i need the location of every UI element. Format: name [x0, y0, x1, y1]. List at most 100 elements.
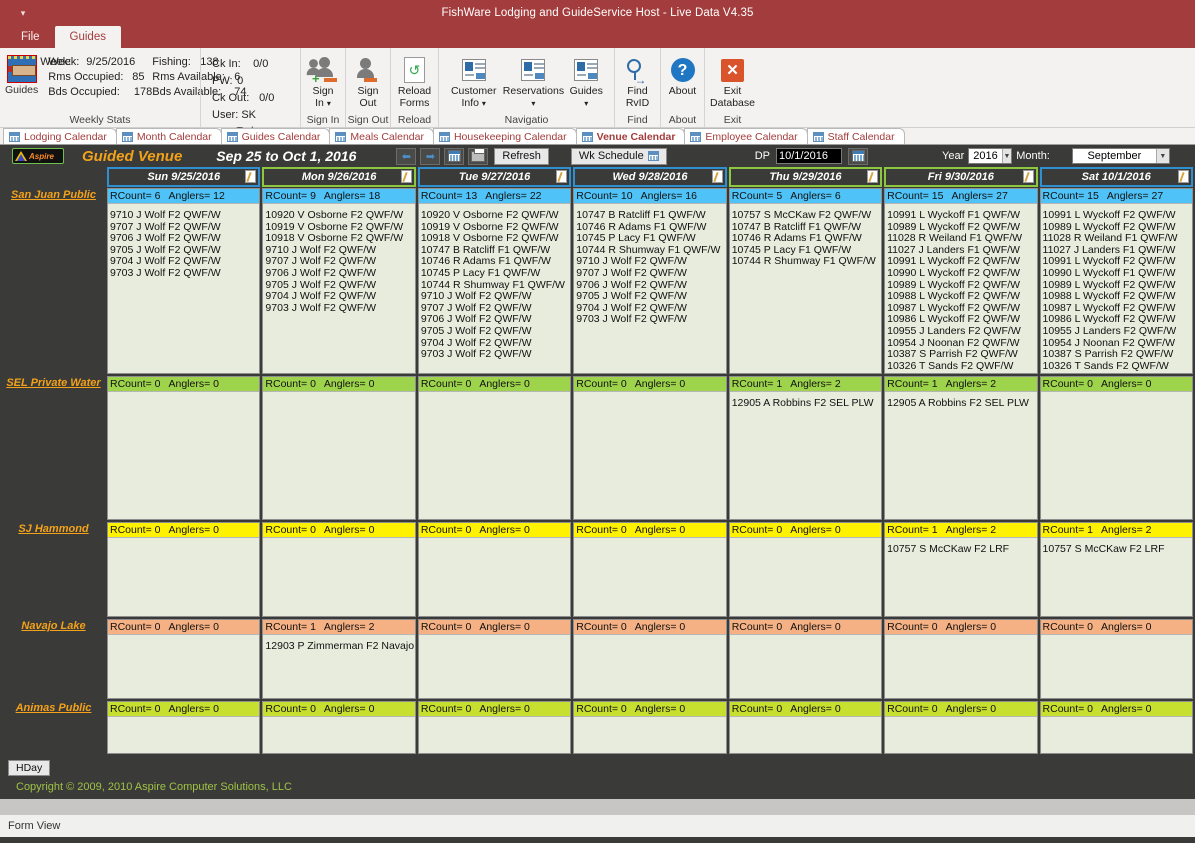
next-week-button[interactable]: ➡	[420, 147, 441, 165]
year-select[interactable]: 2016 ▼	[968, 148, 1013, 164]
wk-schedule-button[interactable]: Wk Schedule	[570, 147, 667, 165]
dp-date-input[interactable]: 10/1/2016	[776, 148, 842, 164]
reservation-entry[interactable]: 9706 J Wolf F2 QWF/W	[265, 267, 414, 280]
venue-day-cell-entries[interactable]: 10757 S McCKaw F2 QWF/W 10747 B Ratcliff …	[730, 204, 881, 373]
reservation-entry[interactable]: 10920 V Osborne F2 QWF/W	[421, 209, 570, 222]
reservation-entry[interactable]: 10988 L Wyckoff F2 QWF/W	[1043, 291, 1192, 303]
reservation-entry[interactable]: 10988 L Wyckoff F2 QWF/W	[887, 291, 1036, 303]
day-header-wed[interactable]: Wed 9/28/2016	[573, 167, 727, 187]
venue-day-cell[interactable]: RCount= 0 Anglers= 0	[728, 701, 883, 754]
venue-day-cell[interactable]: RCount= 6 Anglers= 12 9710 J Wolf F2 QWF/W…	[107, 188, 261, 374]
venue-day-cell-entries[interactable]	[885, 635, 1036, 698]
venue-day-cell[interactable]: RCount= 0 Anglers= 0	[1039, 701, 1193, 754]
venue-day-cell-entries[interactable]	[263, 717, 414, 753]
ribbon-tab-file[interactable]: File	[6, 26, 55, 48]
reservation-entry[interactable]: 9703 J Wolf F2 QWF/W	[110, 267, 259, 280]
venue-day-cell-entries[interactable]	[885, 717, 1036, 753]
venue-day-cell[interactable]: RCount= 0 Anglers= 0	[417, 701, 572, 754]
venue-name-cell[interactable]: SJ Hammond	[2, 522, 105, 617]
venue-day-cell-entries[interactable]	[574, 392, 725, 519]
reservation-entry[interactable]: 10387 S Parrish F2 QWF/W	[887, 349, 1036, 361]
hday-button[interactable]: HDay	[8, 760, 51, 776]
venue-day-cell[interactable]: RCount= 0 Anglers= 0	[884, 701, 1038, 754]
edit-pencil-icon[interactable]	[711, 170, 723, 183]
venue-day-cell[interactable]: RCount= 1 Anglers= 2 12905 A Robbins F2 SE…	[728, 376, 883, 520]
venue-day-cell-entries[interactable]	[1041, 635, 1192, 698]
venue-day-cell[interactable]: RCount= 0 Anglers= 0	[417, 522, 572, 617]
reservation-entry[interactable]: 12905 A Robbins F2 SEL PLW	[887, 397, 1036, 410]
venue-day-cell-entries[interactable]	[730, 717, 881, 753]
day-header-mon[interactable]: Mon 9/26/2016	[262, 167, 416, 187]
venue-day-cell[interactable]: RCount= 0 Anglers= 0	[417, 376, 572, 520]
reservation-entry[interactable]: 10991 L Wyckoff F1 QWF/W	[887, 209, 1036, 222]
tab-staff-calendar[interactable]: Staff Calendar	[806, 128, 905, 144]
find-rvid-button[interactable]: → Find RvID	[620, 53, 655, 109]
venue-day-cell[interactable]: RCount= 0 Anglers= 0	[1039, 376, 1193, 520]
reservation-entry[interactable]: 10920 V Osborne F2 QWF/W	[265, 209, 414, 222]
venue-day-cell[interactable]: RCount= 0 Anglers= 0	[262, 522, 416, 617]
reservation-entry[interactable]: 10757 S McCKaw F2 QWF/W	[732, 209, 881, 222]
venue-day-cell-entries[interactable]: 10747 B Ratcliff F1 QWF/W 10746 R Adams F…	[574, 204, 725, 373]
venue-name-cell[interactable]: Animas Public	[2, 701, 105, 754]
venue-day-cell-entries[interactable]	[1041, 717, 1192, 753]
reservation-entry[interactable]: 10991 L Wyckoff F2 QWF/W	[1043, 209, 1192, 222]
reservation-entry[interactable]: 10955 J Landers F2 QWF/W	[1043, 325, 1192, 338]
venue-name-cell[interactable]: Navajo Lake	[2, 619, 105, 699]
venue-day-cell-entries[interactable]: 10920 V Osborne F2 QWF/W 10919 V Osborne …	[263, 204, 414, 373]
venue-day-cell-entries[interactable]	[108, 538, 259, 616]
reservation-entry[interactable]: 10745 P Lacy F1 QWF/W	[421, 267, 570, 280]
edit-pencil-icon[interactable]	[556, 170, 568, 183]
venue-day-cell[interactable]: RCount= 1 Anglers= 2 10757 S McCKaw F2 LRF	[1039, 522, 1193, 617]
reservation-entry[interactable]: 9710 J Wolf F2 QWF/W	[110, 209, 259, 222]
venue-day-cell-entries[interactable]: 12905 A Robbins F2 SEL PLW	[885, 392, 1036, 519]
venue-day-cell-entries[interactable]: 10757 S McCKaw F2 LRF	[885, 538, 1036, 616]
venue-day-cell-entries[interactable]	[574, 717, 725, 753]
venue-day-cell[interactable]: RCount= 15 Anglers= 27 10991 L Wyckoff F2 …	[1039, 188, 1193, 374]
reservation-entry[interactable]: 10757 S McCKaw F2 LRF	[887, 543, 1036, 556]
venue-day-cell[interactable]: RCount= 9 Anglers= 18 10920 V Osborne F2 Q…	[262, 188, 416, 374]
venue-day-cell[interactable]: RCount= 0 Anglers= 0	[573, 376, 727, 520]
reservation-entry[interactable]: 10747 B Ratcliff F1 QWF/W	[576, 209, 725, 222]
venue-day-cell-entries[interactable]	[108, 392, 259, 519]
edit-pencil-icon[interactable]	[400, 170, 412, 183]
venue-day-cell-entries[interactable]	[730, 538, 881, 616]
day-header-sat[interactable]: Sat 10/1/2016	[1039, 167, 1193, 187]
venue-day-cell[interactable]: RCount= 1 Anglers= 2 10757 S McCKaw F2 LRF	[884, 522, 1038, 617]
venue-day-cell-entries[interactable]	[108, 635, 259, 698]
venue-day-cell[interactable]: RCount= 13 Anglers= 22 10920 V Osborne F2 …	[417, 188, 572, 374]
venue-day-cell-entries[interactable]: 10991 L Wyckoff F2 QWF/W 10989 L Wyckoff …	[1041, 204, 1192, 373]
chevron-down-icon[interactable]: ▼	[1155, 149, 1169, 163]
venue-day-cell[interactable]: RCount= 0 Anglers= 0	[107, 619, 261, 699]
venue-day-cell[interactable]: RCount= 0 Anglers= 0	[573, 701, 727, 754]
reservation-entry[interactable]: 9703 J Wolf F2 QWF/W	[421, 349, 570, 361]
reservation-entry[interactable]: 10757 S McCKaw F2 LRF	[1043, 543, 1192, 556]
refresh-button[interactable]: Refresh	[494, 147, 549, 165]
venue-day-cell[interactable]: RCount= 0 Anglers= 0	[884, 619, 1038, 699]
about-button[interactable]: ? About	[666, 53, 699, 97]
venue-day-cell-entries[interactable]	[574, 538, 725, 616]
venue-name-cell[interactable]: SEL Private Water	[2, 376, 105, 520]
reservation-entry[interactable]: 10326 T Sands F2 QWF/W	[887, 360, 1036, 373]
reservation-entry[interactable]: 10326 T Sands F2 QWF/W	[1043, 360, 1192, 373]
venue-day-cell-entries[interactable]: 10991 L Wyckoff F1 QWF/W 10989 L Wyckoff …	[885, 204, 1036, 373]
tab-venue-calendar[interactable]: Venue Calendar	[575, 128, 686, 144]
reservation-entry[interactable]: 10955 J Landers F2 QWF/W	[887, 325, 1036, 338]
tab-month-calendar[interactable]: Month Calendar	[115, 128, 222, 144]
venue-day-cell-entries[interactable]	[419, 635, 570, 698]
tab-guides-calendar[interactable]: Guides Calendar	[220, 128, 331, 144]
reservation-entry[interactable]: 9710 J Wolf F2 QWF/W	[421, 291, 570, 303]
print-button[interactable]	[468, 147, 489, 165]
venue-day-cell[interactable]: RCount= 0 Anglers= 0	[728, 619, 883, 699]
venue-day-cell-entries[interactable]: 12905 A Robbins F2 SEL PLW	[730, 392, 881, 519]
venue-day-cell[interactable]: RCount= 1 Anglers= 2 12905 A Robbins F2 SE…	[884, 376, 1038, 520]
venue-day-cell-entries[interactable]: 12903 P Zimmerman F2 Navajo	[263, 635, 414, 698]
venue-day-cell[interactable]: RCount= 1 Anglers= 2 12903 P Zimmerman F2 …	[262, 619, 416, 699]
reservations-button[interactable]: Reservations ▾	[503, 53, 564, 109]
previous-week-button[interactable]: ⬅	[396, 147, 417, 165]
day-header-thu[interactable]: Thu 9/29/2016	[728, 167, 883, 187]
reservation-entry[interactable]: 9704 J Wolf F2 QWF/W	[265, 291, 414, 303]
venue-day-cell[interactable]: RCount= 15 Anglers= 27 10991 L Wyckoff F1 …	[884, 188, 1038, 374]
reservation-entry[interactable]: 9703 J Wolf F2 QWF/W	[265, 302, 414, 315]
tab-housekeeping-calendar[interactable]: Housekeeping Calendar	[432, 128, 577, 144]
venue-day-cell[interactable]: RCount= 0 Anglers= 0	[107, 522, 261, 617]
